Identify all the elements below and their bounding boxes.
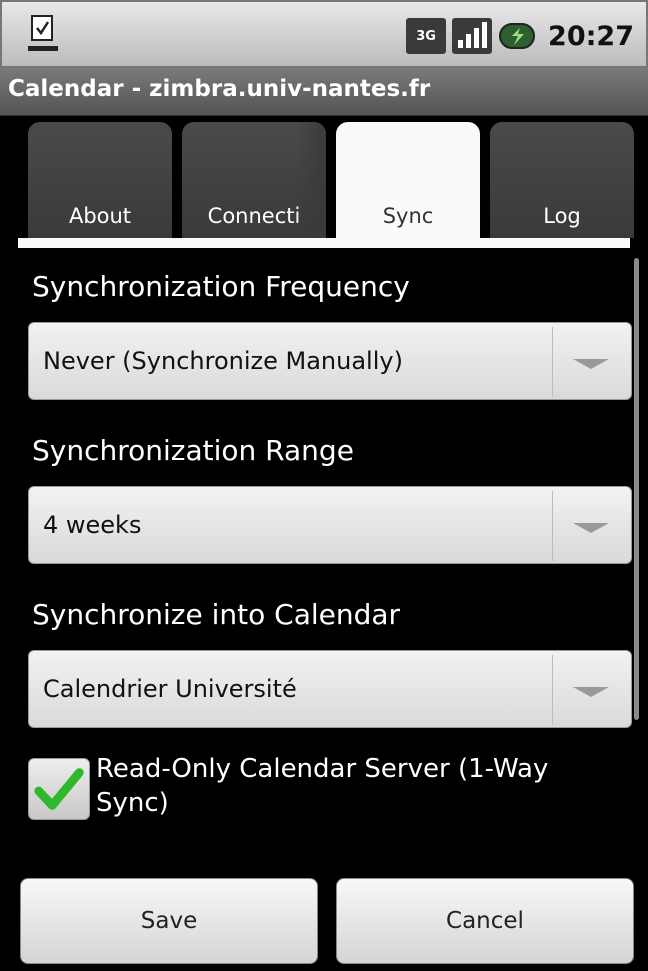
title-bar: Calendar - zimbra.univ-nantes.fr bbox=[0, 68, 648, 116]
dropdown-arrow-icon bbox=[573, 687, 609, 697]
status-icons: 3G 20:27 bbox=[406, 14, 634, 58]
dropdown-divider bbox=[552, 327, 553, 397]
tab-label: About bbox=[68, 204, 132, 228]
button-bar: Save Cancel bbox=[0, 866, 648, 971]
save-button[interactable]: Save bbox=[20, 878, 318, 964]
dropdown-arrow-icon bbox=[573, 359, 609, 369]
tab-connection[interactable]: Connecti bbox=[182, 122, 326, 238]
window-title: Calendar - zimbra.univ-nantes.fr bbox=[8, 76, 431, 102]
read-only-label[interactable]: Read-Only Calendar Server (1-Way Sync) bbox=[96, 752, 616, 820]
battery-icon bbox=[499, 23, 536, 49]
calendar-dropdown[interactable]: Calendrier Université bbox=[28, 650, 632, 728]
tab-label: Log bbox=[543, 204, 581, 228]
cancel-button[interactable]: Cancel bbox=[336, 878, 634, 964]
range-label: Synchronization Range bbox=[32, 434, 354, 467]
tab-label: Connecti bbox=[207, 204, 301, 228]
signal-icon bbox=[452, 18, 493, 54]
tab-sync[interactable]: Sync bbox=[336, 122, 480, 238]
read-only-checkbox[interactable] bbox=[28, 758, 90, 820]
range-dropdown[interactable]: 4 weeks bbox=[28, 486, 632, 564]
tab-log[interactable]: Log bbox=[490, 122, 634, 238]
tab-about[interactable]: About bbox=[28, 122, 172, 238]
status-bar: 3G 20:27 bbox=[0, 0, 648, 68]
checkmark-icon bbox=[34, 768, 84, 810]
frequency-dropdown[interactable]: Never (Synchronize Manually) bbox=[28, 322, 632, 400]
calendar-label: Synchronize into Calendar bbox=[32, 598, 401, 631]
dropdown-divider bbox=[552, 491, 553, 561]
frequency-label: Synchronization Frequency bbox=[32, 270, 410, 303]
scrollbar[interactable] bbox=[634, 258, 639, 720]
3g-icon: 3G bbox=[406, 18, 447, 54]
download-complete-icon bbox=[28, 15, 58, 51]
tab-label: Sync bbox=[382, 204, 434, 228]
sync-settings: Synchronization Frequency Never (Synchro… bbox=[0, 250, 648, 866]
dropdown-divider bbox=[552, 655, 553, 725]
tab-fade bbox=[296, 122, 326, 238]
frequency-value: Never (Synchronize Manually) bbox=[43, 347, 403, 375]
tab-underline bbox=[18, 238, 630, 248]
calendar-value: Calendrier Université bbox=[43, 675, 297, 703]
status-clock: 20:27 bbox=[548, 20, 634, 52]
tab-bar: About Connecti Sync Log bbox=[0, 116, 648, 250]
dropdown-arrow-icon bbox=[573, 523, 609, 533]
range-value: 4 weeks bbox=[43, 511, 142, 539]
